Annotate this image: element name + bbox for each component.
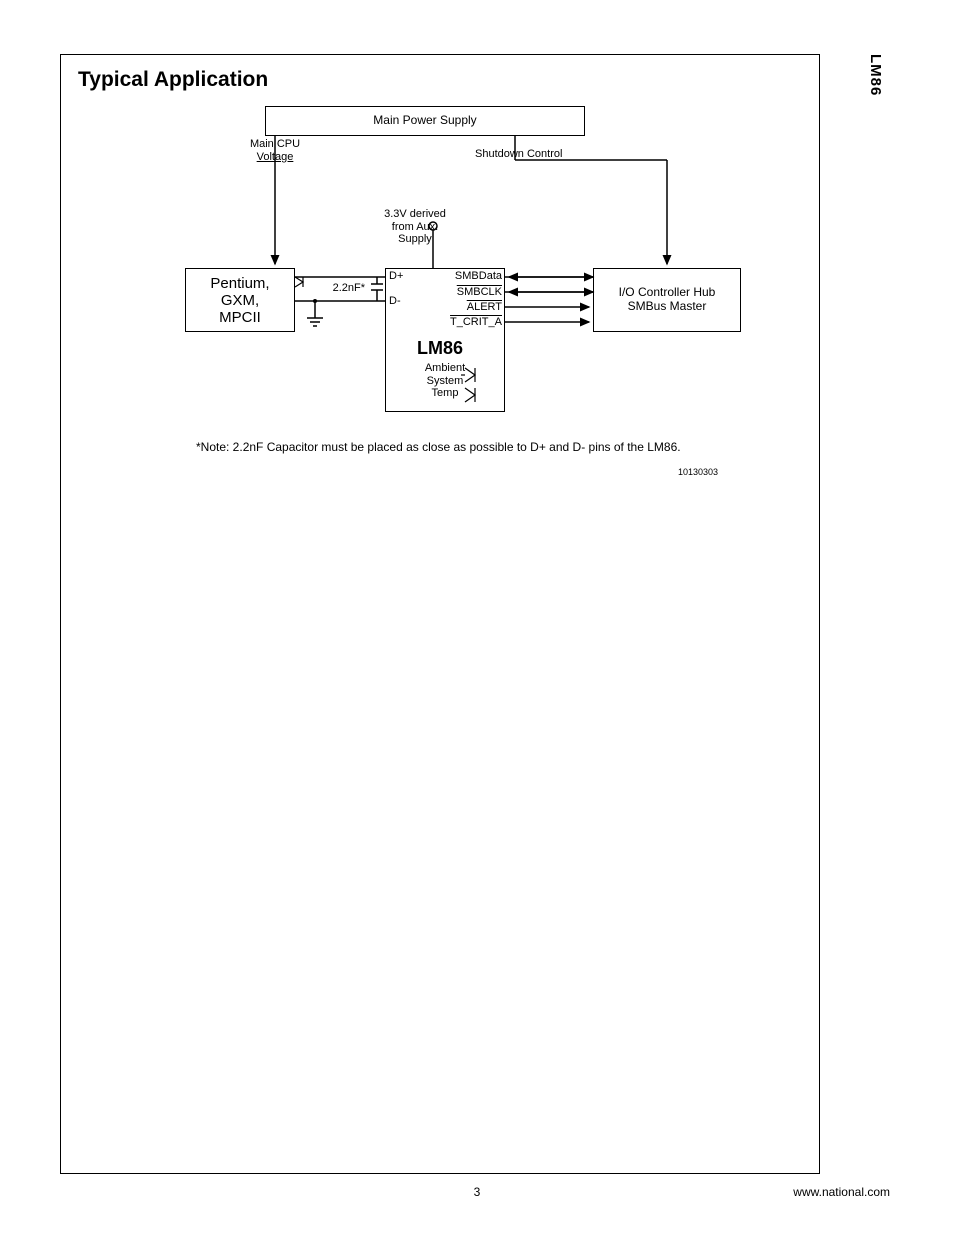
footnote: *Note: 2.2nF Capacitor must be placed as… [196,440,681,454]
footer-url: www.national.com [793,1185,890,1199]
figure-id: 10130303 [678,467,718,477]
section-title: Typical Application [78,68,268,92]
side-part-label: LM86 [867,54,884,96]
wiring-svg [185,100,745,440]
block-diagram: Main Power Supply Pentium, GXM, MPCII I/… [185,100,745,440]
